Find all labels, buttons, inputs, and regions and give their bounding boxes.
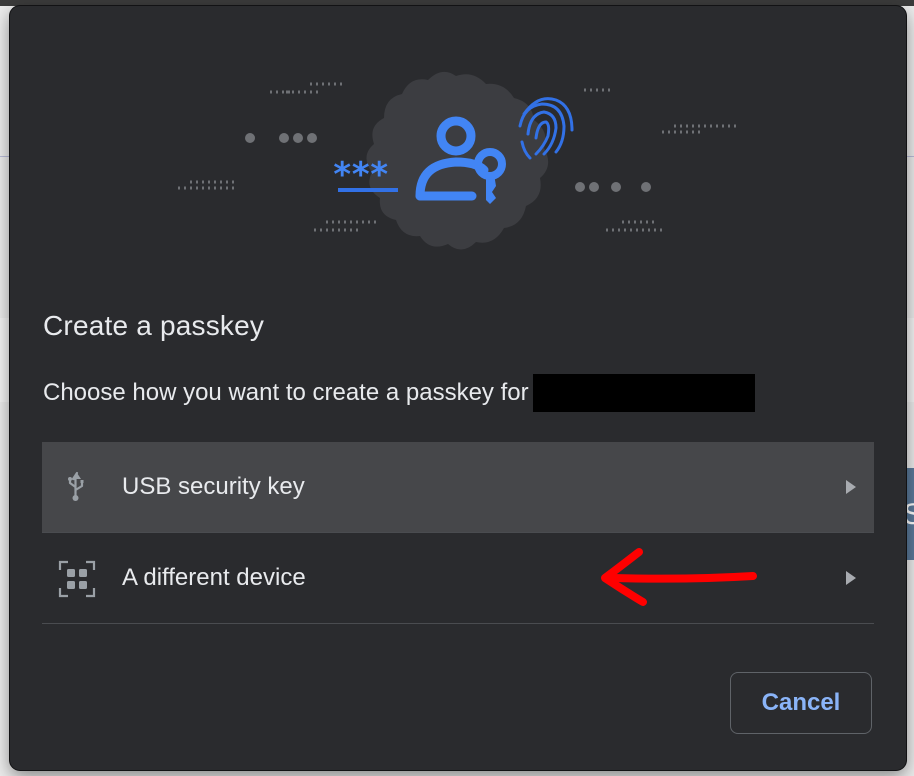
- usb-icon: [68, 471, 84, 501]
- password-underline: [338, 188, 398, 192]
- passkey-dialog: *** Create a passkey Choose how you want…: [10, 6, 906, 770]
- subtitle-row: Choose how you want to create a passkey …: [43, 374, 755, 412]
- dialog-subtitle: Choose how you want to create a passkey …: [43, 379, 529, 406]
- dialog-title: Create a passkey: [43, 310, 265, 341]
- red-arrow-annotation: [601, 548, 757, 606]
- option-label: USB security key: [122, 473, 305, 500]
- cancel-button[interactable]: Cancel: [730, 672, 872, 734]
- chevron-right-icon: [846, 480, 856, 494]
- qr-code-icon: [58, 560, 96, 598]
- passkey-illustration: ***: [178, 71, 738, 250]
- option-usb-security-key[interactable]: USB security key: [42, 442, 874, 533]
- chevron-right-icon: [846, 571, 856, 585]
- redacted-site-name: [532, 374, 755, 412]
- option-label: A different device: [122, 564, 306, 591]
